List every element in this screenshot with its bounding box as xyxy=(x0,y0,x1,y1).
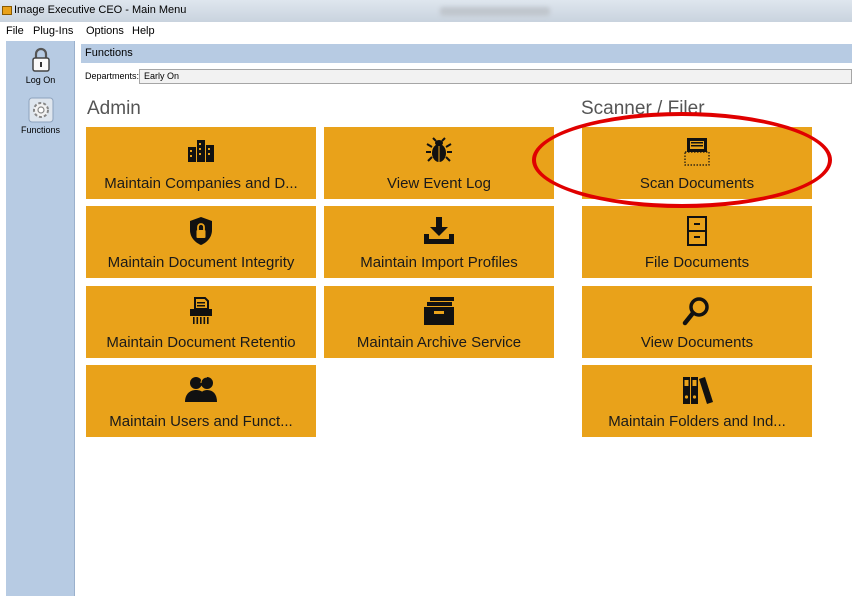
shield-lock-icon xyxy=(190,217,212,245)
tile-label: View Event Log xyxy=(387,175,491,192)
tile-maintain-folders[interactable]: Maintain Folders and Ind... xyxy=(582,365,812,437)
archive-drawer-icon xyxy=(424,297,454,325)
window-title: Image Executive CEO - Main Menu xyxy=(14,4,187,16)
departments-field[interactable]: Early On xyxy=(139,69,852,84)
admin-section-title: Admin xyxy=(87,98,141,119)
binders-icon xyxy=(683,377,713,404)
functions-header: Functions xyxy=(81,44,852,63)
menu-file[interactable]: File xyxy=(6,25,24,37)
padlock-icon xyxy=(31,47,50,72)
departments-label: Departments: xyxy=(85,71,140,81)
tile-label: Maintain Users and Funct... xyxy=(109,413,293,430)
shredder-icon xyxy=(190,297,212,324)
sidebar-item-label: Log On xyxy=(25,75,56,85)
magnifier-icon xyxy=(682,297,709,326)
tile-maintain-archive-service[interactable]: Maintain Archive Service xyxy=(324,286,554,358)
tile-file-documents[interactable]: File Documents xyxy=(582,206,812,278)
tile-label: Maintain Companies and D... xyxy=(104,175,298,192)
app-icon xyxy=(2,6,12,15)
file-cabinet-icon xyxy=(687,216,707,246)
bug-icon xyxy=(426,137,452,162)
sidebar-item-label: Functions xyxy=(20,125,61,135)
tile-label: Maintain Archive Service xyxy=(356,334,522,351)
users-icon xyxy=(185,376,217,402)
tile-label: Scan Documents xyxy=(639,175,755,192)
tile-maintain-document-retention[interactable]: Maintain Document Retentio xyxy=(86,286,316,358)
departments-value: Early On xyxy=(144,71,180,81)
tile-view-event-log[interactable]: View Event Log xyxy=(324,127,554,199)
tile-label: View Documents xyxy=(640,334,754,351)
download-tray-icon xyxy=(424,217,454,244)
tile-label: Maintain Folders and Ind... xyxy=(608,413,786,430)
tile-label: Maintain Document Integrity xyxy=(107,254,295,271)
sidebar-item-log-on[interactable]: Log On xyxy=(6,47,75,85)
tile-view-documents[interactable]: View Documents xyxy=(582,286,812,358)
tile-label: Maintain Import Profiles xyxy=(360,254,518,271)
menu-help[interactable]: Help xyxy=(132,25,155,37)
scanner-section-title: Scanner / Filer xyxy=(581,98,705,119)
menu-plug-ins[interactable]: Plug-Ins xyxy=(33,25,73,37)
gear-icon xyxy=(28,97,53,123)
menu-options[interactable]: Options xyxy=(86,25,124,37)
sidebar: Log On Functions xyxy=(6,41,75,596)
title-bar-blurred-area xyxy=(440,7,550,16)
tile-label: File Documents xyxy=(644,254,750,271)
tile-maintain-companies[interactable]: Maintain Companies and D... xyxy=(86,127,316,199)
tile-scan-documents[interactable]: Scan Documents xyxy=(582,127,812,199)
title-bar: Image Executive CEO - Main Menu xyxy=(0,0,852,22)
tile-maintain-import-profiles[interactable]: Maintain Import Profiles xyxy=(324,206,554,278)
sidebar-item-functions[interactable]: Functions xyxy=(6,97,75,135)
buildings-icon xyxy=(188,140,214,162)
scanner-icon xyxy=(684,138,710,166)
tile-maintain-users[interactable]: Maintain Users and Funct... xyxy=(86,365,316,437)
departments-bar: Departments: Early On xyxy=(81,66,852,86)
menu-bar: File Plug-Ins Options Help xyxy=(0,22,852,41)
tile-maintain-document-integrity[interactable]: Maintain Document Integrity xyxy=(86,206,316,278)
functions-header-label: Functions xyxy=(85,47,133,59)
tile-label: Maintain Document Retentio xyxy=(106,334,296,351)
